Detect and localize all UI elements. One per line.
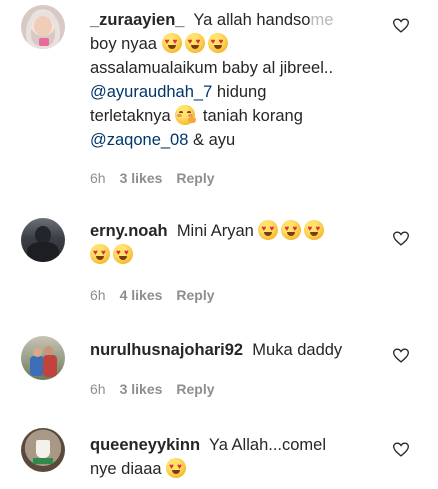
username[interactable]: queeneyykinn xyxy=(90,436,200,454)
comment-text: queeneyykinn Ya Allah...comel nye diaaa xyxy=(90,433,380,481)
heart-eyes-emoji-icon xyxy=(207,33,228,53)
comment-meta: 6h 4 likes Reply xyxy=(90,287,229,303)
avatar[interactable] xyxy=(21,336,65,380)
heart-outline-icon[interactable] xyxy=(393,18,409,33)
timestamp[interactable]: 6h xyxy=(90,381,106,397)
comment-body: nye diaaa xyxy=(90,460,162,478)
comment-body: assalamualaikum baby al jibreel.. xyxy=(90,59,334,77)
username[interactable]: _zuraayien_ xyxy=(90,11,184,29)
likes-count[interactable]: 3 likes xyxy=(120,381,163,397)
heart-outline-icon[interactable] xyxy=(393,348,409,363)
comment-body: Mini Aryan xyxy=(176,222,254,240)
avatar[interactable] xyxy=(21,428,65,472)
comment-body: & ayu xyxy=(188,131,236,149)
heart-eyes-emoji-icon xyxy=(90,244,110,264)
timestamp[interactable]: 6h xyxy=(90,287,106,303)
avatar[interactable] xyxy=(21,5,65,49)
heart-eyes-emoji-icon xyxy=(281,220,302,240)
comment-body: Ya Allah...comel xyxy=(208,436,327,454)
heart-eyes-emoji-icon xyxy=(304,220,325,240)
reply-button[interactable]: Reply xyxy=(176,381,214,397)
comment-text: erny.noah Mini Aryan xyxy=(90,219,380,267)
comment-body: taniah korang xyxy=(198,107,303,125)
heart-eyes-emoji-icon xyxy=(161,33,182,53)
comment-text: _zuraayien_ Ya allah handsome boy nyaa a… xyxy=(90,8,380,152)
reply-button[interactable]: Reply xyxy=(176,170,214,186)
comment-meta: 6h 3 likes Reply xyxy=(90,381,229,397)
mention-link[interactable]: @zaqone_08 xyxy=(90,131,188,149)
comment-body: hidung xyxy=(212,83,267,101)
heart-outline-icon[interactable] xyxy=(393,442,409,457)
reply-button[interactable]: Reply xyxy=(176,287,214,303)
comment-body: Muka daddy xyxy=(252,341,343,359)
heart-outline-icon[interactable] xyxy=(393,231,409,246)
heart-eyes-emoji-icon xyxy=(113,244,133,264)
username[interactable]: erny.noah xyxy=(90,222,168,240)
likes-count[interactable]: 4 likes xyxy=(120,287,163,303)
heart-eyes-emoji-icon xyxy=(258,220,279,240)
likes-count[interactable]: 3 likes xyxy=(120,170,163,186)
username[interactable]: nurulhusnajohari92 xyxy=(90,341,243,359)
comment-body: Ya allah handso xyxy=(193,11,311,29)
comment-meta: 6h 3 likes Reply xyxy=(90,170,229,186)
comment-body: terletaknya xyxy=(90,107,171,125)
comment-body-faded: me xyxy=(310,11,334,29)
comment-body: boy nyaa xyxy=(90,35,157,53)
hugging-face-emoji-icon xyxy=(175,105,197,125)
avatar[interactable] xyxy=(21,218,65,262)
heart-eyes-emoji-icon xyxy=(184,33,205,53)
heart-eyes-emoji-icon xyxy=(166,458,187,478)
mention-link[interactable]: @ayuraudhah_7 xyxy=(90,83,212,101)
timestamp[interactable]: 6h xyxy=(90,170,106,186)
comment-text: nurulhusnajohari92 Muka daddy xyxy=(90,338,390,362)
